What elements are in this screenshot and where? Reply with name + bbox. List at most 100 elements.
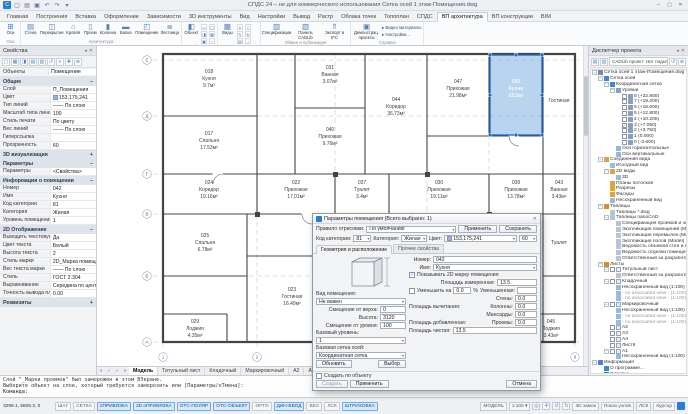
property-value[interactable]: 2 — [50, 250, 96, 257]
checkbox[interactable] — [622, 105, 627, 110]
tabs-last-icon[interactable]: » — [121, 368, 129, 374]
panel-pin-icon[interactable]: ◂ — [676, 48, 679, 54]
ribbon-button[interactable]: ▤Стена — [23, 23, 38, 36]
expander-icon[interactable]: − — [598, 76, 603, 81]
update-button[interactable]: Обновить — [316, 360, 352, 368]
tree-item[interactable]: −Сетка осей 1 этаж-Помещения.dwg — [591, 70, 686, 76]
object-selector[interactable]: Объекты Помещение — [0, 68, 96, 77]
checkbox[interactable] — [622, 128, 627, 133]
status-toggle[interactable]: ОТС-ОБЪЕКТ — [213, 402, 250, 411]
room-label[interactable]: 030Прихожая19.11м² — [427, 180, 450, 200]
section-toggle-icon[interactable]: + — [90, 300, 93, 306]
new-file-icon[interactable]: ▢ — [13, 1, 21, 9]
reduce-checkbox[interactable] — [409, 288, 415, 294]
walls-input[interactable]: 0.0 — [515, 295, 537, 302]
notifications-icon[interactable] — [677, 402, 685, 410]
checkbox[interactable] — [610, 302, 615, 307]
grip[interactable] — [540, 133, 543, 136]
ribbon-tab[interactable]: Растр — [314, 13, 337, 21]
small-tool-icon[interactable]: ▱ — [201, 24, 207, 30]
tree-item[interactable]: Справка — [591, 371, 686, 374]
ribbon-button[interactable]: ◰Помещение — [135, 23, 158, 36]
color-select[interactable]: 153,175,241▾ — [444, 235, 517, 242]
select-button[interactable]: Выбор — [378, 360, 406, 368]
room-label[interactable]: 017Спальня17.53м² — [199, 131, 219, 151]
expander-icon[interactable]: − — [604, 279, 609, 284]
status-button[interactable]: 3D замок — [572, 402, 598, 411]
columns-input[interactable]: 0.0 — [515, 303, 537, 310]
save-profile-button[interactable]: Сохранить — [499, 225, 537, 233]
redo-view-icon[interactable]: ↻ — [562, 402, 570, 410]
scrollbar-thumb[interactable] — [584, 76, 588, 136]
category-select[interactable]: Жилая▾ — [401, 235, 427, 242]
property-value[interactable]: —— По слою — [50, 126, 96, 133]
small-tool-icon[interactable]: # — [237, 24, 243, 30]
checkbox[interactable] — [622, 99, 627, 104]
select-tool-icon[interactable]: ▢ — [2, 58, 10, 66]
tabs-first-icon[interactable]: « — [97, 368, 105, 374]
ribbon-tab[interactable]: СПДС — [413, 13, 437, 21]
checkbox[interactable] — [622, 117, 627, 122]
status-toggle[interactable]: ЛСК — [324, 402, 339, 411]
gear-icon[interactable]: ⊕ — [678, 58, 686, 66]
reduced-input[interactable] — [517, 287, 537, 294]
ribbon-tab[interactable]: Главная — [3, 13, 32, 21]
dialog-titlebar[interactable]: Параметры помещения (Всего выбрано: 1) ✕ — [313, 214, 540, 224]
ribbon-tab[interactable]: Построения — [32, 13, 71, 21]
ribbon-button[interactable]: ▯Проем — [83, 23, 98, 36]
offset-level-input[interactable]: 100 — [380, 322, 406, 329]
checkbox[interactable] — [610, 337, 615, 342]
status-toggle[interactable]: ШАГ — [55, 402, 71, 411]
checkbox[interactable] — [622, 140, 627, 145]
height-input[interactable]: 3120 — [380, 314, 406, 321]
checkbox[interactable] — [622, 94, 627, 99]
object-selector-value[interactable]: Помещение — [48, 69, 96, 75]
ribbon-tab[interactable]: ВП конструкции — [488, 13, 537, 21]
apply-profile-button[interactable]: Применить — [458, 225, 497, 233]
property-section-header[interactable]: 2D Отображение– — [0, 225, 96, 234]
property-value[interactable]: Белый — [50, 242, 96, 249]
sort-icon[interactable]: ≡ — [56, 58, 64, 66]
property-value[interactable]: П_Помещения — [50, 86, 96, 93]
room-view-select[interactable]: Не важен▾ — [316, 298, 406, 305]
measured-area-input[interactable]: 13.5 — [497, 279, 537, 286]
property-value[interactable]: 153,175,241 — [50, 94, 96, 101]
property-section-header[interactable]: Реквизиты+ — [0, 298, 96, 307]
property-value[interactable]: 2D_Марка помещений — [50, 258, 96, 265]
base-level-select[interactable]: 1▾ — [316, 337, 406, 344]
small-tool-icon[interactable]: ◨ — [201, 31, 207, 37]
dialog-close-icon[interactable]: ✕ — [533, 216, 537, 222]
status-button[interactable]: Показ узлов — [601, 402, 634, 411]
section-toggle-icon[interactable]: – — [90, 227, 93, 233]
property-value[interactable] — [50, 134, 96, 141]
expander-icon[interactable]: − — [604, 302, 609, 307]
property-value[interactable]: 60 — [50, 142, 96, 149]
ribbon-button[interactable]: ▮Колонна — [100, 23, 116, 36]
tab-other-properties[interactable]: Прочие свойства — [393, 244, 444, 253]
property-value[interactable]: Жилая — [50, 209, 96, 216]
section-toggle-icon[interactable]: + — [90, 152, 93, 158]
reduce-input[interactable]: 0.0 — [453, 287, 471, 294]
small-tool-icon[interactable]: ≡ — [245, 24, 251, 30]
panel-pin-icon[interactable]: ◂ — [84, 48, 87, 54]
room-label[interactable]: 024Коридор19.16м² — [199, 180, 219, 200]
panel-close-icon[interactable]: ✕ — [681, 48, 685, 54]
expander-icon[interactable]: − — [604, 169, 609, 174]
property-value[interactable]: <Свойства> — [50, 168, 96, 175]
property-value[interactable]: 100 — [50, 110, 96, 117]
ribbon-button[interactable]: ▬Балка — [118, 23, 133, 36]
grip[interactable] — [540, 93, 543, 96]
room-label[interactable]: 023Гостиная16.49м² — [282, 287, 303, 307]
expander-icon[interactable]: − — [598, 262, 603, 267]
name-select[interactable]: Кухня▾ — [433, 264, 537, 271]
room-label[interactable]: Туалет — [551, 240, 568, 246]
checkbox[interactable]: ✓ — [622, 123, 627, 128]
property-value[interactable]: Кухня — [50, 193, 96, 200]
create-button[interactable]: Создать — [316, 380, 348, 388]
property-value[interactable]: ГОСТ 2.304 — [50, 274, 96, 281]
ribbon-tab[interactable]: ВП архитектура — [437, 12, 488, 22]
vertical-scrollbar[interactable] — [583, 46, 588, 366]
expander-icon[interactable]: − — [592, 70, 597, 75]
quick-select-icon[interactable]: ▦ — [11, 58, 19, 66]
ribbon-tab[interactable]: Зависимости — [143, 13, 185, 21]
